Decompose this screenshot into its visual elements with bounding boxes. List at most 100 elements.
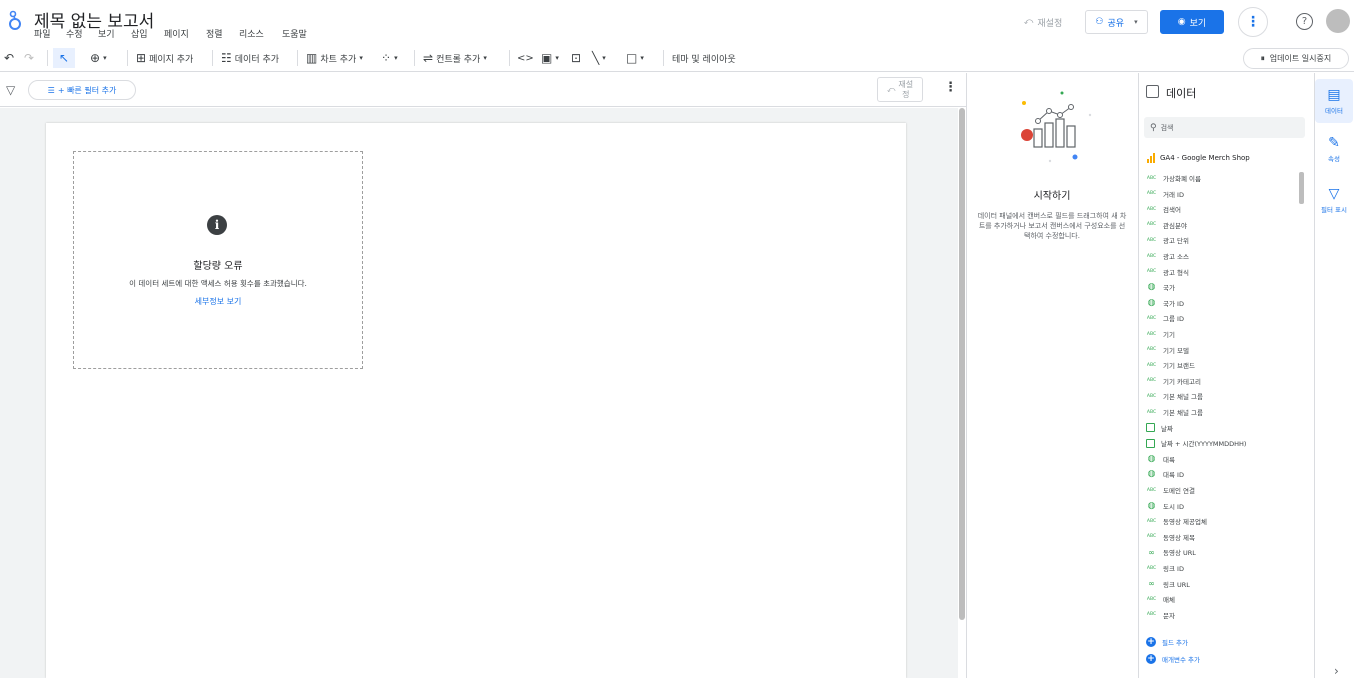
menu-page[interactable]: 페이지: [164, 27, 189, 40]
reset-button[interactable]: ⤺ 재설정: [1013, 10, 1073, 34]
help-icon[interactable]: ?: [1296, 13, 1313, 30]
error-message: 이 데이터 세트에 대한 액세스 허용 횟수를 초과했습니다.: [129, 279, 307, 288]
field-item[interactable]: ABC 기기 브랜드: [1146, 359, 1195, 371]
more-vert-icon[interactable]: ⋮: [944, 80, 957, 95]
community-viz-button[interactable]: ⁘ ▾: [381, 50, 398, 66]
field-name: 도시 ID: [1163, 502, 1184, 511]
field-item[interactable]: ABC 광고 형식: [1146, 266, 1189, 278]
field-item[interactable]: ABC 기본 채널 그룹: [1146, 406, 1203, 418]
share-button[interactable]: ⚇ 공유 ▾: [1085, 10, 1148, 34]
field-item[interactable]: ABC 그룹 ID: [1146, 312, 1184, 324]
field-item[interactable]: ABC 기본 채널 그룹: [1146, 390, 1203, 402]
code-icon[interactable]: <>: [517, 53, 534, 64]
field-item[interactable]: 날짜 + 시간(YYYYMMDDHH): [1146, 437, 1246, 449]
filter-reset-button[interactable]: ⤺ 재설 정: [877, 77, 923, 102]
field-item[interactable]: ABC 매체: [1146, 593, 1175, 605]
text-type-icon: ABC: [1146, 269, 1157, 275]
chevron-down-icon: ▾: [602, 54, 606, 62]
field-item[interactable]: 날짜: [1146, 422, 1173, 434]
add-data-button[interactable]: ☷ 데이터 추가: [221, 50, 279, 66]
field-item[interactable]: ABC 기기 모델: [1146, 344, 1189, 356]
more-options-button[interactable]: ⋮: [1238, 7, 1268, 37]
looker-studio-logo[interactable]: [7, 9, 23, 31]
field-item[interactable]: ABC 관심분야: [1146, 219, 1187, 231]
field-item[interactable]: ABC 동영상 제공업체: [1146, 515, 1207, 527]
select-cursor-icon[interactable]: ↖: [59, 51, 69, 65]
add-parameter-button[interactable]: + 매개변수 추가: [1146, 654, 1200, 664]
field-list-scrollbar[interactable]: [1299, 172, 1304, 204]
field-item[interactable]: ABC 기기: [1146, 328, 1175, 340]
field-name: 동영상 제목: [1163, 533, 1195, 542]
field-name: 매체: [1163, 596, 1175, 605]
menu-view[interactable]: 보기: [98, 27, 115, 40]
field-item[interactable]: ∞ 동영상 URL: [1146, 546, 1196, 558]
undo-icon[interactable]: ↶: [4, 51, 14, 65]
menu-insert[interactable]: 삽입: [131, 27, 148, 40]
field-name: 대륙 ID: [1163, 471, 1184, 480]
rail-data-tab[interactable]: ▤ 데이터: [1315, 79, 1353, 123]
field-item[interactable]: ABC 거래 ID: [1146, 188, 1184, 200]
text-type-icon: ABC: [1146, 175, 1157, 181]
canvas-scrollbar[interactable]: [959, 108, 965, 620]
field-item[interactable]: ABC 링크 ID: [1146, 562, 1184, 574]
getting-started-title: 시작하기: [1033, 191, 1071, 202]
theme-layout-button[interactable]: 테마 및 레이아웃: [672, 50, 736, 66]
filter-lines-icon: ☰: [47, 85, 55, 95]
zoom-icon[interactable]: ⊕: [90, 51, 100, 65]
field-item[interactable]: ABC 광고 소스: [1146, 250, 1189, 262]
field-search-input[interactable]: ⚲ 검색: [1144, 117, 1305, 138]
menu-resource[interactable]: 리소스: [239, 27, 264, 40]
image-button[interactable]: ▣ ▾: [541, 50, 559, 66]
line-button[interactable]: ╲ ▾: [592, 50, 606, 66]
field-item[interactable]: ABC 도메인 연결: [1146, 484, 1195, 496]
chevron-down-icon: ▾: [1134, 18, 1138, 26]
reset-icon: ⤺: [1023, 17, 1034, 27]
field-name: 광고 형식: [1163, 268, 1189, 277]
text-type-icon: ABC: [1146, 347, 1157, 353]
field-item[interactable]: ◍ 대륙: [1146, 453, 1175, 465]
field-item[interactable]: ◍ 도시 ID: [1146, 500, 1184, 512]
pause-updates-button[interactable]: ⏸ 업데이트 일시중지: [1243, 48, 1349, 69]
menu-help[interactable]: 도움말: [282, 27, 307, 40]
field-item[interactable]: ABC 문자: [1146, 609, 1175, 621]
field-item[interactable]: ◍ 대륙 ID: [1146, 468, 1184, 480]
details-link[interactable]: 세부정보 보기: [73, 296, 363, 307]
quick-filter-button[interactable]: ☰ + 빠른 필터 추가: [28, 80, 136, 100]
add-control-button[interactable]: ⇌ 컨트롤 추가 ▾: [423, 50, 487, 66]
filter-icon[interactable]: ▽: [6, 83, 15, 97]
rail-filter-tab[interactable]: ▽ 필터 표시: [1315, 186, 1353, 214]
add-chart-button[interactable]: ▥ 차트 추가 ▾: [306, 50, 363, 66]
field-name: 동영상 URL: [1163, 549, 1196, 558]
menu-file[interactable]: 파일: [34, 27, 51, 40]
text-type-icon: ABC: [1146, 331, 1157, 337]
text-button[interactable]: ⊡: [571, 50, 581, 66]
data-source[interactable]: GA4 - Google Merch Shop: [1147, 153, 1250, 163]
shape-button[interactable]: □ ▾: [626, 50, 644, 66]
field-item[interactable]: ABC 검색어: [1146, 203, 1181, 215]
field-item[interactable]: ABC 기기 카테고리: [1146, 375, 1201, 387]
field-item[interactable]: ABC 동영상 제목: [1146, 531, 1195, 543]
field-item[interactable]: ∞ 링크 URL: [1146, 578, 1190, 590]
add-field-button[interactable]: + 필드 추가: [1146, 637, 1188, 647]
avatar[interactable]: [1326, 9, 1350, 33]
search-icon: ⚲: [1150, 122, 1157, 133]
text-type-icon: ABC: [1146, 518, 1157, 524]
field-name: 국가: [1163, 284, 1175, 293]
field-item[interactable]: ABC 광고 단위: [1146, 234, 1189, 246]
chevron-right-icon[interactable]: ›: [1334, 664, 1339, 678]
field-item[interactable]: ABC 가상화폐 이름: [1146, 172, 1201, 184]
analytics-icon: [1147, 153, 1155, 163]
field-name: 광고 단위: [1163, 237, 1189, 246]
chevron-down-icon: ▾: [483, 54, 487, 62]
menu-edit[interactable]: 수정: [66, 27, 83, 40]
field-name: 그룹 ID: [1163, 315, 1184, 324]
field-item[interactable]: ◍ 국가: [1146, 281, 1175, 293]
rail-properties-tab[interactable]: ✎ 속성: [1315, 135, 1353, 163]
add-page-button[interactable]: ⊞ 페이지 추가: [136, 50, 193, 66]
field-name: 기기 카테고리: [1163, 377, 1201, 386]
field-item[interactable]: ◍ 국가 ID: [1146, 297, 1184, 309]
field-name: 관심분야: [1163, 221, 1187, 230]
menu-arrange[interactable]: 정렬: [206, 27, 223, 40]
redo-icon[interactable]: ↷: [24, 51, 34, 65]
view-button[interactable]: ◉ 보기: [1160, 10, 1224, 34]
